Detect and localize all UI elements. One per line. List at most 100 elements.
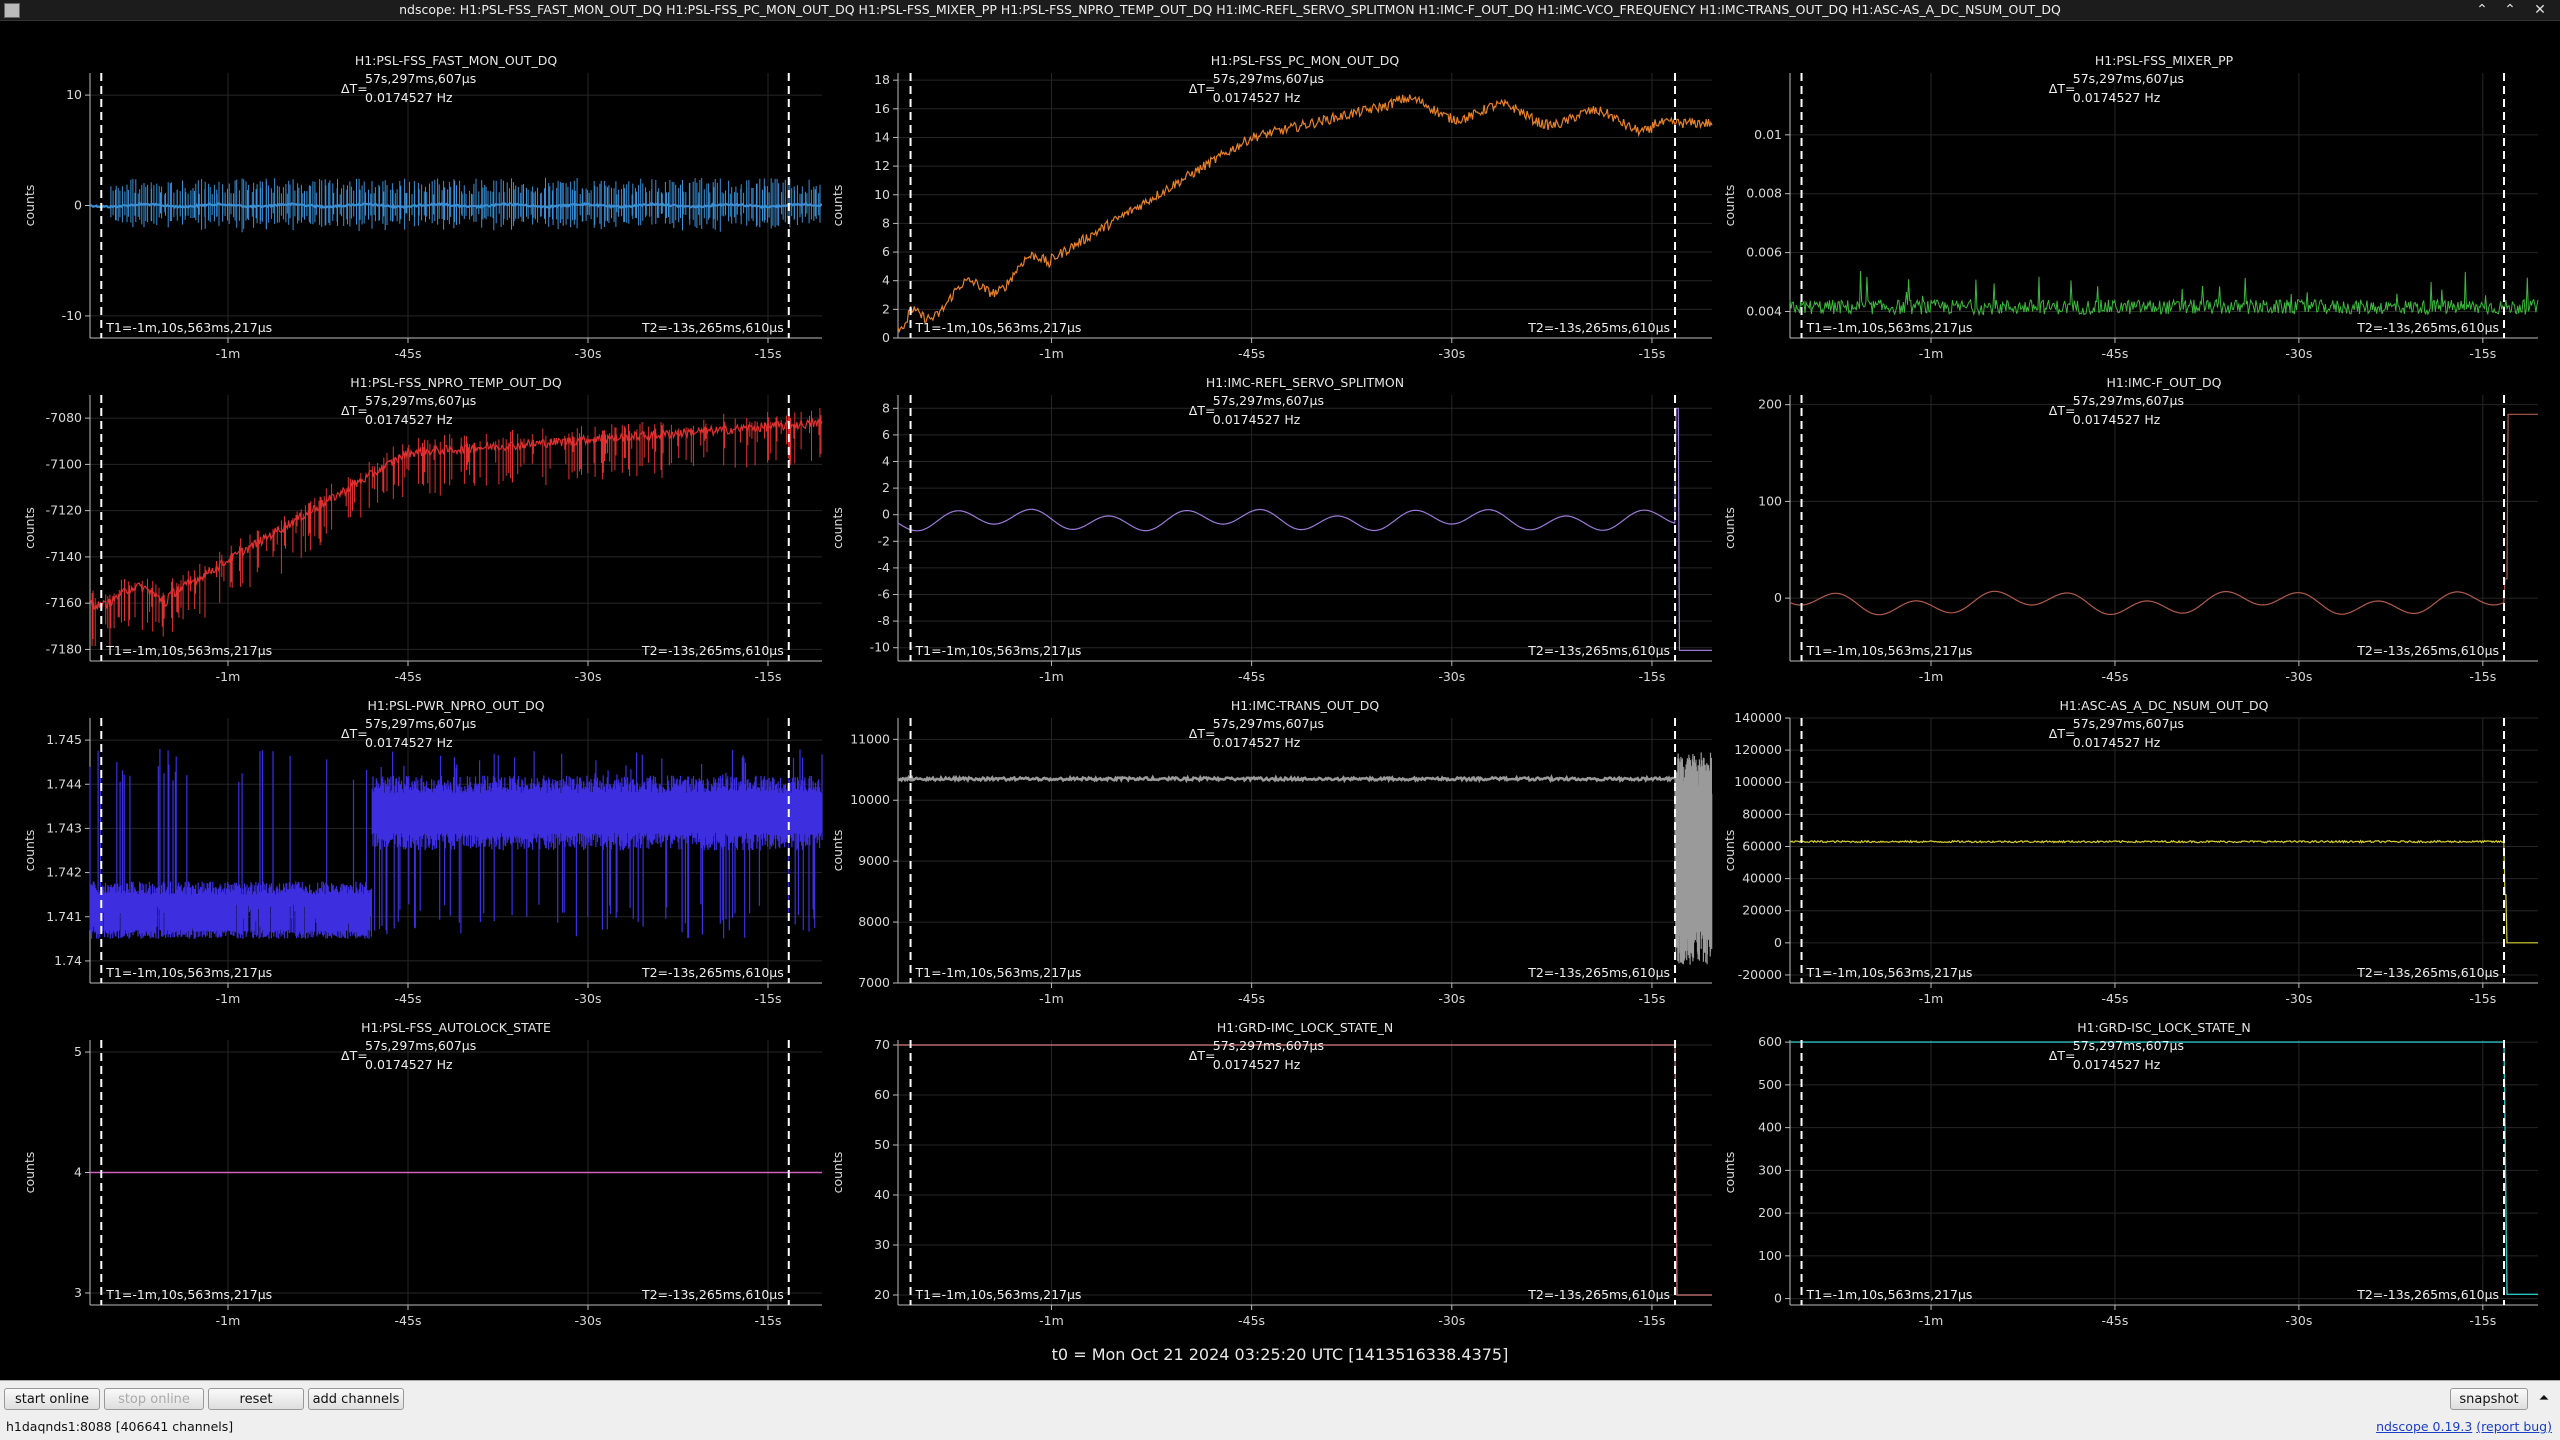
y-tick-label: -20000: [1738, 967, 1782, 982]
x-tick-label: -30s: [1438, 1313, 1465, 1328]
plot-psl-pwr-npro[interactable]: H1:PSL-PWR_NPRO_OUT_DQ 1.745 1.744 1.743 1.7…: [22, 698, 823, 1006]
t1-label: T1=-1m,10s,563ms,217μs: [915, 320, 1082, 335]
y-tick-label: 6: [882, 427, 890, 442]
y-tick-label: 50: [874, 1137, 890, 1152]
y-tick-label: 100: [1758, 493, 1782, 508]
y-axis-label: counts: [1722, 1152, 1737, 1194]
y-tick-label: 9000: [858, 853, 890, 868]
start-online-button[interactable]: start online: [4, 1388, 100, 1410]
y-tick-label: 200: [1758, 397, 1782, 412]
plot-psl-fss-fast-mon[interactable]: H1:PSL-FSS_FAST_MON_OUT_DQ 10 0 -10 -1m -45s -…: [22, 53, 823, 361]
t1-label: T1=-1m,10s,563ms,217μs: [105, 965, 272, 980]
y-tick-label: 0.008: [1746, 186, 1782, 201]
delta-freq: 0.0174527 Hz: [1213, 412, 1301, 427]
trace-band: [1674, 752, 1713, 965]
plot-grd-isc-lock[interactable]: H1:GRD-ISC_LOCK_STATE_N 600 500 400 300 200 10…: [1722, 1020, 2538, 1328]
x-tick-label: -30s: [1438, 991, 1465, 1006]
t1-label: T1=-1m,10s,563ms,217μs: [1806, 1287, 1973, 1302]
x-tick-label: -15s: [755, 1313, 782, 1328]
y-tick-label: -4: [878, 560, 891, 575]
stop-online-button[interactable]: stop online: [104, 1388, 204, 1410]
x-tick-label: -45s: [395, 1313, 422, 1328]
t2-label: T2=-13s,265ms,610μs: [2356, 1287, 2499, 1302]
plot-psl-fss-autolock[interactable]: H1:PSL-FSS_AUTOLOCK_STATE 5 4 3 -1m -45s -30s -…: [22, 1020, 822, 1328]
trace-spikes: [91, 408, 822, 647]
x-tick-label: -1m: [1039, 991, 1064, 1006]
trace-line: [898, 1044, 1712, 1296]
close-button[interactable]: ✕: [2528, 1, 2552, 19]
y-tick-label: 10: [66, 87, 82, 102]
delta-t-value: 57s,297ms,607μs: [365, 1038, 476, 1053]
delta-t-value: 57s,297ms,607μs: [1213, 1038, 1324, 1053]
x-tick-label: -15s: [755, 991, 782, 1006]
plot-imc-f-out[interactable]: H1:IMC-F_OUT_DQ 200 100 0 -1m -45s -30s -15s cou…: [1722, 375, 2538, 684]
plot-psl-fss-pc-mon[interactable]: H1:PSL-FSS_PC_MON_OUT_DQ 18 16 14 12 10 8 6 4 2 0 -…: [830, 53, 1713, 361]
plot-imc-trans-out[interactable]: H1:IMC-TRANS_OUT_DQ 11000 10000 9000 8000 700…: [830, 698, 1713, 1006]
y-tick-label: 400: [1758, 1120, 1782, 1135]
t0-label: t0 = Mon Oct 21 2024 03:25:20 UTC [14135…: [1051, 1345, 1509, 1364]
x-tick-label: -30s: [2285, 1313, 2312, 1328]
plot-grd-imc-lock[interactable]: H1:GRD-IMC_LOCK_STATE_N 70 60 50 40 30 20 -1m -4…: [830, 1020, 1712, 1328]
t2-label: T2=-13s,265ms,610μs: [1527, 965, 1670, 980]
reset-button[interactable]: reset: [208, 1388, 304, 1410]
y-tick-label: 200: [1758, 1205, 1782, 1220]
y-tick-label: 2: [882, 301, 890, 316]
x-tick-label: -1m: [1039, 1313, 1064, 1328]
x-tick-label: -15s: [2469, 346, 2496, 361]
y-tick-label: 20: [874, 1287, 890, 1302]
delta-freq: 0.0174527 Hz: [365, 90, 453, 105]
y-tick-label: 0: [882, 330, 890, 345]
version-link[interactable]: ndscope 0.19.3: [2376, 1419, 2472, 1434]
delta-t-value: 57s,297ms,607μs: [1213, 393, 1324, 408]
delta-t-label: ΔT=: [2049, 81, 2076, 96]
delta-t-value: 57s,297ms,607μs: [1213, 716, 1324, 731]
y-tick-label: 14: [874, 129, 890, 144]
delta-freq: 0.0174527 Hz: [1213, 735, 1301, 750]
y-tick-label: 80000: [1742, 806, 1782, 821]
report-bug-link[interactable]: (report bug): [2476, 1419, 2552, 1434]
plot-asc-as-a-dc-nsum[interactable]: H1:ASC-AS_A_DC_NSUM_OUT_DQ 140000 120000 10…: [1722, 698, 2538, 1006]
y-tick-label: 70: [874, 1037, 890, 1052]
x-tick-label: -1m: [216, 346, 241, 361]
y-tick-label: 300: [1758, 1162, 1782, 1177]
y-tick-label: 7000: [858, 975, 890, 990]
y-tick-label: 0: [1774, 590, 1782, 605]
toolbar: start online stop online reset add chann…: [0, 1380, 2560, 1415]
delta-t-label: ΔT=: [2049, 1048, 2076, 1063]
plot-title: H1:PSL-PWR_NPRO_OUT_DQ: [367, 698, 544, 713]
y-axis-label: counts: [1722, 185, 1737, 227]
trace-line: [1789, 271, 2539, 317]
maximize-button[interactable]: ⌃: [2498, 1, 2522, 19]
y-tick-label: 0: [1774, 1291, 1782, 1306]
x-tick-label: -30s: [575, 1313, 602, 1328]
y-tick-label: 40000: [1742, 871, 1782, 886]
trace-psl-fss-npro-temp: [89, 408, 823, 647]
plots-canvas[interactable]: H1:PSL-FSS_FAST_MON_OUT_DQ100-10-1m -45s -…: [0, 21, 2560, 1341]
snapshot-button[interactable]: snapshot: [2450, 1388, 2528, 1410]
add-channels-button[interactable]: add channels: [308, 1388, 404, 1410]
plot-title: H1:IMC-TRANS_OUT_DQ: [1231, 698, 1380, 713]
delta-freq: 0.0174527 Hz: [365, 735, 453, 750]
y-tick-label: 10000: [850, 792, 890, 807]
window-titlebar: ndscope: H1:PSL-FSS_FAST_MON_OUT_DQ H1:P…: [0, 0, 2560, 21]
t1-label: T1=-1m,10s,563ms,217μs: [105, 1287, 272, 1302]
x-tick-label: -15s: [2469, 1313, 2496, 1328]
delta-t-label: ΔT=: [2049, 726, 2076, 741]
plot-psl-fss-mixer-pp[interactable]: H1:PSL-FSS_MIXER_PP 0.01 0.008 0.006 0.004 -1…: [1722, 53, 2539, 361]
y-tick-label: 1.74: [54, 953, 82, 968]
expand-toolbar-icon[interactable]: ⏶: [2532, 1388, 2556, 1410]
plot-grid[interactable]: H1:PSL-FSS_FAST_MON_OUT_DQ 10 0 -10 -1m -45s -…: [0, 21, 2560, 1379]
t1-label: T1=-1m,10s,563ms,217μs: [105, 643, 272, 658]
y-tick-label: 1.743: [46, 820, 82, 835]
x-tick-label: -1m: [216, 669, 241, 684]
plot-imc-refl-servo[interactable]: H1:IMC-REFL_SERVO_SPLITMON 8 6 4 2 0 -2 -4 -6 -8 -…: [830, 375, 1712, 684]
y-tick-label: 140000: [1734, 710, 1782, 725]
plot-psl-fss-npro-temp[interactable]: H1:PSL-FSS_NPRO_TEMP_OUT_DQ -7080 -7100 -71…: [22, 375, 823, 684]
t2-label: T2=-13s,265ms,610μs: [2356, 643, 2499, 658]
delta-freq: 0.0174527 Hz: [2073, 1057, 2161, 1072]
delta-freq: 0.0174527 Hz: [365, 1057, 453, 1072]
minimize-button[interactable]: ⌃: [2470, 1, 2494, 19]
trace-line: [897, 94, 1713, 334]
y-tick-label: 500: [1758, 1077, 1782, 1092]
x-tick-label: -45s: [2101, 669, 2128, 684]
